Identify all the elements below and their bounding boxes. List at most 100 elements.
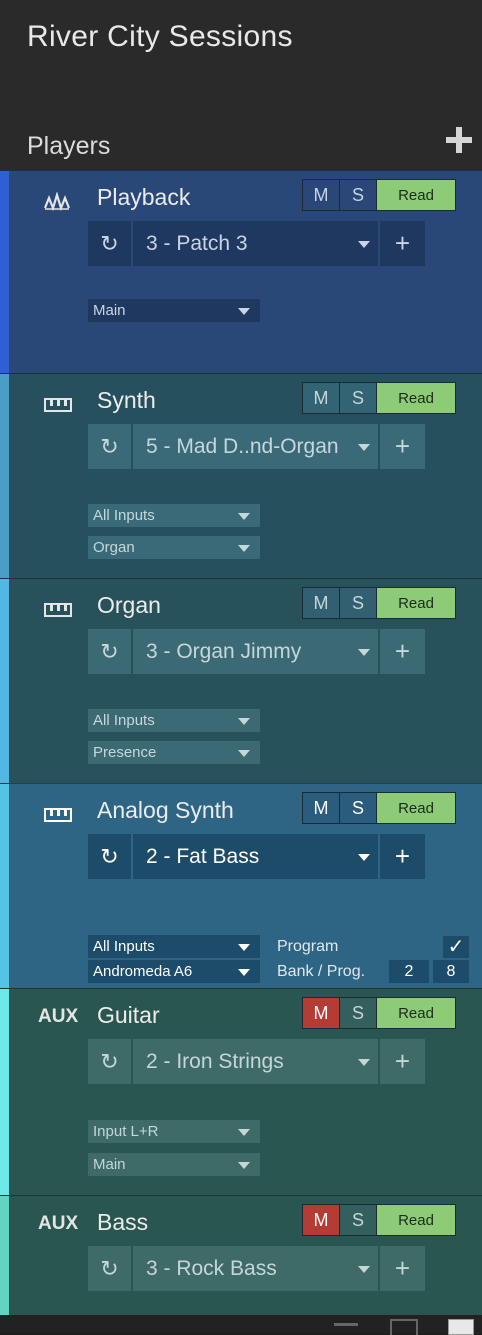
reload-patch-icon[interactable]: ↻ (88, 221, 131, 266)
add-patch-plus-icon[interactable]: + (380, 834, 425, 879)
chevron-down-icon (358, 1059, 370, 1066)
add-patch-plus-icon[interactable]: + (380, 424, 425, 469)
read-automation-button[interactable]: Read (377, 383, 455, 413)
player-panel-bass: AUX Bass M S Read ↻ 3 - Rock Bass + (0, 1195, 482, 1315)
mute-button[interactable]: M (303, 998, 340, 1028)
solo-button[interactable]: S (340, 588, 377, 618)
read-automation-button[interactable]: Read (377, 180, 455, 210)
mute-button[interactable]: M (303, 1205, 340, 1235)
color-strip (0, 374, 9, 578)
patch-dropdown[interactable]: 5 - Mad D..nd-Organ (133, 424, 378, 469)
patch-selector: ↻ 3 - Organ Jimmy + (88, 629, 425, 674)
read-automation-button[interactable]: Read (377, 588, 455, 618)
output-label: Organ (93, 539, 135, 556)
patch-name: 3 - Patch 3 (146, 232, 248, 255)
patch-dropdown[interactable]: 3 - Rock Bass (133, 1246, 378, 1291)
player-name[interactable]: Playback (97, 184, 190, 211)
chevron-down-icon (358, 241, 370, 248)
output-dropdown[interactable]: Organ (88, 536, 260, 559)
reload-patch-icon[interactable]: ↻ (88, 1039, 131, 1084)
reload-patch-icon[interactable]: ↻ (88, 834, 131, 879)
player-panel-guitar: AUX Guitar M S Read ↻ 2 - Iron Strings +… (0, 988, 482, 1195)
large-view-icon[interactable] (448, 1319, 474, 1335)
keyboard-icon (44, 398, 72, 412)
bank-number-field[interactable]: 2 (389, 960, 429, 983)
chevron-down-icon (238, 750, 250, 757)
output-label: Andromeda A6 (93, 963, 193, 980)
output-label: Main (93, 1156, 126, 1173)
solo-button[interactable]: S (340, 998, 377, 1028)
player-panel-synth: Synth M S Read ↻ 5 - Mad D..nd-Organ + A… (0, 373, 482, 578)
program-number-field[interactable]: 8 (433, 960, 469, 983)
input-dropdown[interactable]: Input L+R (88, 1120, 260, 1143)
reload-patch-icon[interactable]: ↻ (88, 629, 131, 674)
add-patch-plus-icon[interactable]: + (380, 221, 425, 266)
solo-button[interactable]: S (340, 793, 377, 823)
output-dropdown[interactable]: Main (88, 299, 260, 322)
mute-solo-read-group: M S Read (302, 997, 456, 1029)
add-patch-plus-icon[interactable]: + (380, 1246, 425, 1291)
patch-name: 2 - Fat Bass (146, 845, 260, 868)
read-automation-button[interactable]: Read (377, 1205, 455, 1235)
chevron-down-icon (358, 854, 370, 861)
player-name[interactable]: Organ (97, 592, 161, 619)
aux-type-label: AUX (38, 1213, 79, 1234)
read-automation-button[interactable]: Read (377, 793, 455, 823)
player-panel-playback: Playback M S Read ↻ 3 - Patch 3 + Main (0, 170, 482, 373)
add-player-plus-icon[interactable] (444, 125, 474, 155)
mute-solo-read-group: M S Read (302, 179, 456, 211)
chevron-down-icon (238, 1162, 250, 1169)
solo-button[interactable]: S (340, 383, 377, 413)
bottom-toolbar (0, 1315, 482, 1335)
app-title: River City Sessions (27, 20, 293, 53)
output-dropdown[interactable]: Presence (88, 741, 260, 764)
player-name[interactable]: Synth (97, 387, 156, 414)
add-patch-plus-icon[interactable]: + (380, 1039, 425, 1084)
output-dropdown[interactable]: Andromeda A6 (88, 960, 260, 983)
patch-dropdown[interactable]: 2 - Iron Strings (133, 1039, 378, 1084)
input-dropdown[interactable]: All Inputs (88, 935, 260, 958)
mute-button[interactable]: M (303, 793, 340, 823)
player-name[interactable]: Analog Synth (97, 797, 234, 824)
chevron-down-icon (358, 649, 370, 656)
patch-dropdown[interactable]: 3 - Organ Jimmy (133, 629, 378, 674)
chevron-down-icon (238, 1129, 250, 1136)
solo-button[interactable]: S (340, 1205, 377, 1235)
reload-patch-icon[interactable]: ↻ (88, 424, 131, 469)
player-name[interactable]: Guitar (97, 1002, 160, 1029)
mute-button[interactable]: M (303, 383, 340, 413)
reload-patch-icon[interactable]: ↻ (88, 1246, 131, 1291)
mute-button[interactable]: M (303, 588, 340, 618)
input-dropdown[interactable]: All Inputs (88, 504, 260, 527)
keyboard-icon (44, 808, 72, 822)
input-label: Input L+R (93, 1123, 159, 1140)
color-strip (0, 784, 9, 988)
bank-prog-label: Bank / Prog. (277, 963, 366, 980)
mute-solo-read-group: M S Read (302, 587, 456, 619)
patch-dropdown[interactable]: 3 - Patch 3 (133, 221, 378, 266)
color-strip (0, 989, 9, 1195)
mute-button[interactable]: M (303, 180, 340, 210)
chevron-down-icon (238, 308, 250, 315)
output-dropdown[interactable]: Main (88, 1153, 260, 1176)
input-dropdown[interactable]: All Inputs (88, 709, 260, 732)
waveform-icon (44, 192, 71, 212)
solo-button[interactable]: S (340, 180, 377, 210)
read-automation-button[interactable]: Read (377, 998, 455, 1028)
player-name[interactable]: Bass (97, 1209, 148, 1236)
patch-selector: ↻ 3 - Rock Bass + (88, 1246, 425, 1291)
program-label: Program (277, 938, 339, 955)
medium-view-icon[interactable] (390, 1319, 418, 1335)
patch-name: 3 - Organ Jimmy (146, 640, 302, 663)
color-strip (0, 171, 9, 373)
color-strip (0, 1196, 9, 1315)
app-header: River City Sessions Players (0, 0, 482, 170)
keyboard-icon (44, 603, 72, 617)
minimize-view-icon[interactable] (334, 1323, 358, 1326)
add-patch-plus-icon[interactable]: + (380, 629, 425, 674)
input-label: All Inputs (93, 712, 155, 729)
program-checkbox-check-icon[interactable]: ✓ (443, 936, 469, 958)
mute-solo-read-group: M S Read (302, 382, 456, 414)
patch-dropdown[interactable]: 2 - Fat Bass (133, 834, 378, 879)
patch-selector: ↻ 3 - Patch 3 + (88, 221, 425, 266)
